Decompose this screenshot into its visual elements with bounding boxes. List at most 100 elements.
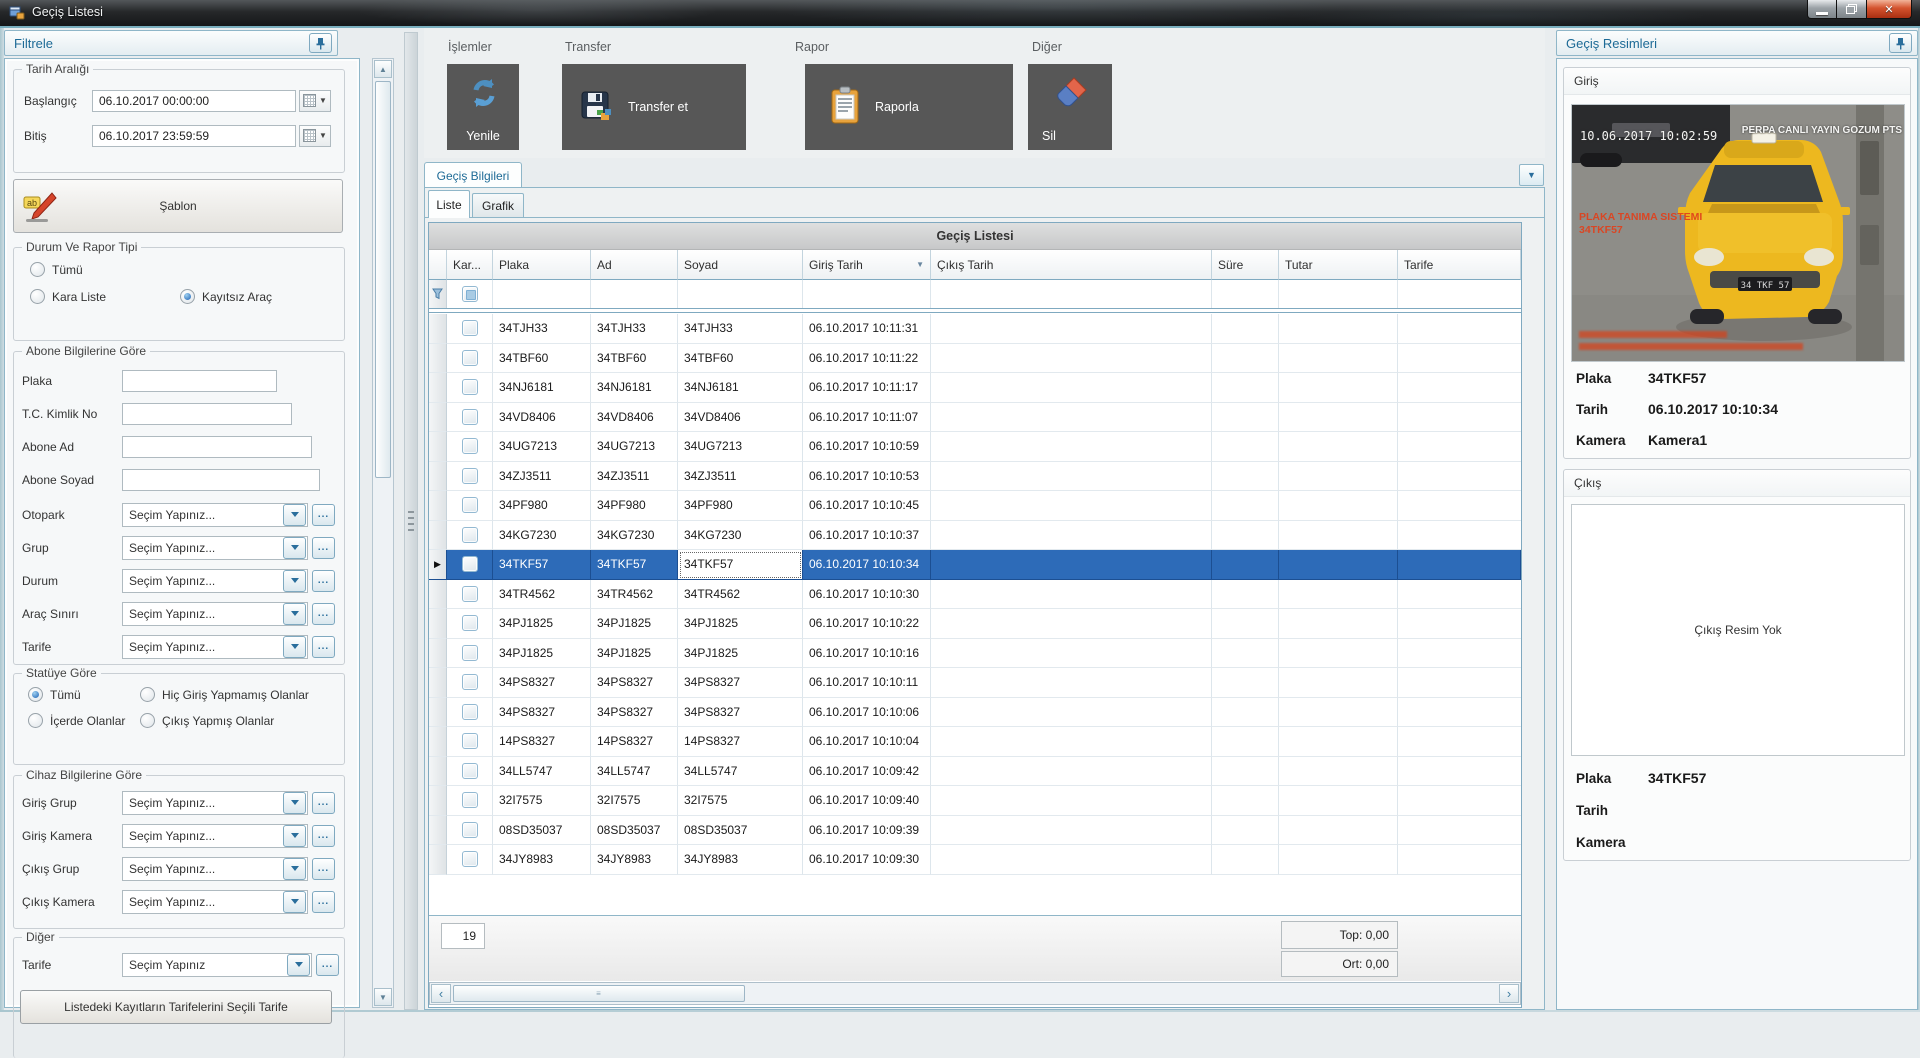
table-row[interactable]: 34ZJ351134ZJ351134ZJ351106.10.2017 10:10… xyxy=(429,462,1521,492)
column-header-kar[interactable]: Kar... xyxy=(447,250,493,280)
chevron-down-icon[interactable] xyxy=(283,825,306,847)
scroll-right-button[interactable]: › xyxy=(1499,984,1519,1003)
minimize-button[interactable] xyxy=(1807,0,1837,19)
t-c-kimlik-no-input[interactable] xyxy=(122,403,292,425)
row-checkbox[interactable] xyxy=(462,763,478,779)
end-date-input[interactable]: 06.10.2017 23:59:59 xyxy=(92,125,296,147)
title-bar[interactable]: Geçiş Listesi ✕ xyxy=(0,0,1920,26)
raporla-button[interactable]: Raporla xyxy=(805,64,1013,150)
table-row[interactable]: 34PS832734PS832734PS832706.10.2017 10:10… xyxy=(429,698,1521,728)
chevron-down-icon[interactable] xyxy=(283,504,306,526)
chevron-down-icon[interactable] xyxy=(283,636,306,658)
row-checkbox[interactable] xyxy=(462,615,478,631)
row-checkbox[interactable] xyxy=(462,379,478,395)
table-row[interactable]: 34TBF6034TBF6034TBF6006.10.2017 10:11:22 xyxy=(429,344,1521,374)
chevron-down-icon[interactable] xyxy=(283,537,306,559)
dropdown-tarife[interactable]: Seçim Yapınız... xyxy=(122,635,308,659)
table-row[interactable]: 08SD3503708SD3503708SD3503706.10.2017 10… xyxy=(429,816,1521,846)
panel-splitter[interactable] xyxy=(404,32,418,1010)
ellipsis-button[interactable]: ... xyxy=(312,858,335,880)
radio-tumu[interactable]: Tümü xyxy=(30,262,180,277)
abone-ad-input[interactable] xyxy=(122,436,312,458)
row-checkbox[interactable] xyxy=(462,733,478,749)
end-date-calendar-button[interactable]: ▼ xyxy=(299,125,331,147)
chevron-down-icon[interactable] xyxy=(287,954,310,976)
row-checkbox[interactable] xyxy=(462,851,478,867)
grid-filter-row[interactable] xyxy=(429,280,1521,309)
ellipsis-button[interactable]: ... xyxy=(312,537,335,559)
column-header-tutar[interactable]: Tutar xyxy=(1279,250,1398,280)
table-row[interactable]: 34TR456234TR456234TR456206.10.2017 10:10… xyxy=(429,580,1521,610)
filter-cell[interactable] xyxy=(803,280,931,308)
ellipsis-button[interactable]: ... xyxy=(316,954,339,976)
table-row[interactable]: 34PJ182534PJ182534PJ182506.10.2017 10:10… xyxy=(429,639,1521,669)
dropdown-cikis-kamera[interactable]: Seçim Yapınız... xyxy=(122,890,308,914)
chevron-down-icon[interactable] xyxy=(283,570,306,592)
column-header-ad[interactable]: Ad xyxy=(591,250,678,280)
dropdown-tarife[interactable]: Seçim Yapınız xyxy=(122,953,312,977)
tab-gecis-bilgileri[interactable]: Geçiş Bilgileri xyxy=(424,162,522,188)
row-checkbox[interactable] xyxy=(462,556,478,572)
radio-kayitsiz-arac[interactable]: Kayıtsız Araç xyxy=(180,289,344,304)
filter-panel-scrollbar[interactable]: ▲ ▼ xyxy=(372,58,394,1008)
row-checkbox[interactable] xyxy=(462,645,478,661)
dropdown-giris-grup[interactable]: Seçim Yapınız... xyxy=(122,791,308,815)
plaka-input[interactable] xyxy=(122,370,277,392)
restore-button[interactable] xyxy=(1837,0,1866,19)
pin-button[interactable] xyxy=(1889,33,1912,53)
radio-icerde-olanlar[interactable]: İçerde Olanlar xyxy=(28,713,140,728)
column-header-soyad[interactable]: Soyad xyxy=(678,250,803,280)
table-row[interactable]: 32I757532I757532I757506.10.2017 10:09:40 xyxy=(429,786,1521,816)
filter-cell[interactable] xyxy=(493,280,591,308)
panel-dropdown-button[interactable]: ▼ xyxy=(1519,164,1544,186)
row-checkbox[interactable] xyxy=(462,822,478,838)
ellipsis-button[interactable]: ... xyxy=(312,825,335,847)
ellipsis-button[interactable]: ... xyxy=(312,792,335,814)
dropdown-cikis-grup[interactable]: Seçim Yapınız... xyxy=(122,857,308,881)
row-checkbox[interactable] xyxy=(462,409,478,425)
table-row[interactable]: 34JY898334JY898334JY898306.10.2017 10:09… xyxy=(429,845,1521,875)
ellipsis-button[interactable]: ... xyxy=(312,570,335,592)
filter-cell[interactable] xyxy=(1279,280,1398,308)
ellipsis-button[interactable]: ... xyxy=(312,636,335,658)
chevron-down-icon[interactable] xyxy=(283,792,306,814)
grid-horizontal-scrollbar[interactable]: ‹ ≡ › xyxy=(429,982,1521,1005)
table-row[interactable]: 34PS832734PS832734PS832706.10.2017 10:10… xyxy=(429,668,1521,698)
sablon-button[interactable]: ab Şablon xyxy=(13,179,343,233)
table-row[interactable]: 34LL574734LL574734LL574706.10.2017 10:09… xyxy=(429,757,1521,787)
radio-kara-liste[interactable]: Kara Liste xyxy=(30,289,180,304)
filter-cell[interactable] xyxy=(1398,280,1521,308)
table-row[interactable]: 34NJ618134NJ618134NJ618106.10.2017 10:11… xyxy=(429,373,1521,403)
start-date-input[interactable]: 06.10.2017 00:00:00 xyxy=(92,90,296,112)
row-checkbox[interactable] xyxy=(462,586,478,602)
dropdown-grup[interactable]: Seçim Yapınız... xyxy=(122,536,308,560)
dropdown-durum[interactable]: Seçim Yapınız... xyxy=(122,569,308,593)
select-all-checkbox[interactable] xyxy=(462,286,478,302)
tab-liste[interactable]: Liste xyxy=(428,190,470,218)
table-row[interactable]: 14PS832714PS832714PS832706.10.2017 10:10… xyxy=(429,727,1521,757)
column-header-sure[interactable]: Süre xyxy=(1212,250,1279,280)
radio-tumu[interactable]: Tümü xyxy=(28,687,140,702)
ellipsis-button[interactable]: ... xyxy=(312,891,335,913)
scrollbar-thumb[interactable] xyxy=(375,81,391,478)
filter-cell[interactable] xyxy=(591,280,678,308)
tab-grafik[interactable]: Grafik xyxy=(472,193,524,218)
chevron-down-icon[interactable] xyxy=(283,858,306,880)
close-button[interactable]: ✕ xyxy=(1866,0,1912,19)
row-checkbox[interactable] xyxy=(462,527,478,543)
chevron-down-icon[interactable] xyxy=(283,891,306,913)
yenile-button[interactable]: Yenile xyxy=(447,64,519,150)
sil-button[interactable]: Sil xyxy=(1028,64,1112,150)
ellipsis-button[interactable]: ... xyxy=(312,504,335,526)
dropdown-giris-kamera[interactable]: Seçim Yapınız... xyxy=(122,824,308,848)
pin-button[interactable] xyxy=(309,33,332,53)
table-row[interactable]: 34KG723034KG723034KG723006.10.2017 10:10… xyxy=(429,521,1521,551)
table-row[interactable]: 34UG721334UG721334UG721306.10.2017 10:10… xyxy=(429,432,1521,462)
scroll-left-button[interactable]: ‹ xyxy=(431,984,451,1003)
column-header-plaka[interactable]: Plaka xyxy=(493,250,591,280)
dropdown-otopark[interactable]: Seçim Yapınız... xyxy=(122,503,308,527)
table-row[interactable]: 34TJH3334TJH3334TJH3306.10.2017 10:11:31 xyxy=(429,314,1521,344)
row-checkbox[interactable] xyxy=(462,674,478,690)
row-checkbox[interactable] xyxy=(462,320,478,336)
update-tarife-button[interactable]: Listedeki Kayıtların Tarifelerini Seçili… xyxy=(20,990,332,1024)
